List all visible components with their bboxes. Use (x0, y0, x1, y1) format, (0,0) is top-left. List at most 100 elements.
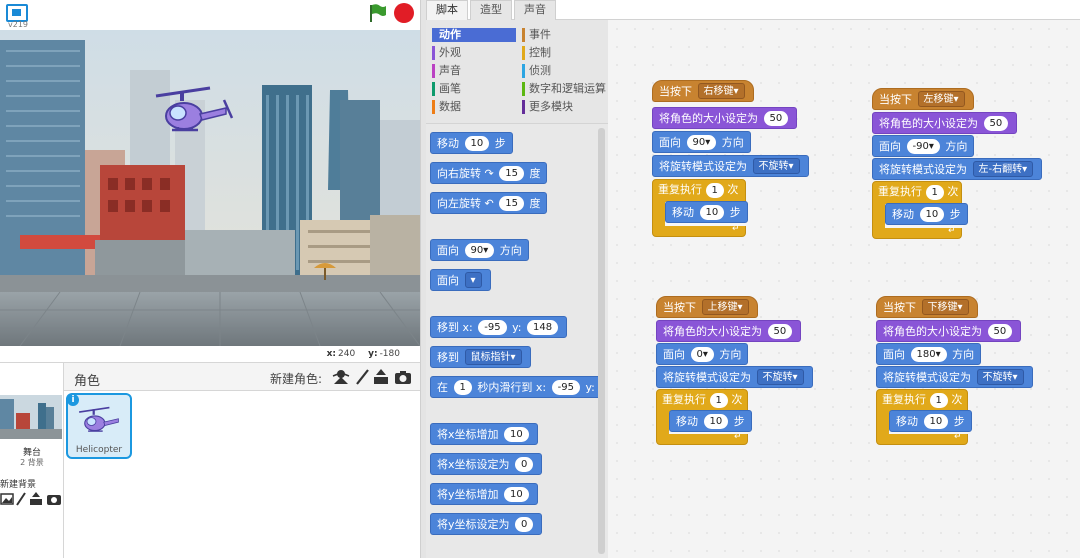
key-dropdown[interactable]: 左移键▾ (917, 91, 965, 107)
category-sound[interactable]: 声音 (432, 64, 516, 78)
block-set-y[interactable]: 将y坐标设定为 0 (430, 513, 543, 535)
x-input[interactable]: -95 (478, 320, 507, 335)
category-more-blocks[interactable]: 更多模块 (522, 100, 606, 114)
block-set-x[interactable]: 将x坐标设定为 0 (430, 453, 543, 475)
block-point-towards[interactable]: 面向 ▾ (430, 269, 491, 291)
stage-canvas[interactable] (0, 30, 420, 346)
set-rotation-style-block[interactable]: 将旋转模式设定为 不旋转▾ (656, 366, 813, 388)
key-dropdown[interactable]: 右移键▾ (697, 83, 745, 99)
y-input[interactable]: 148 (526, 320, 559, 335)
script-left[interactable]: 当按下 左移键▾ 将角色的大小设定为 50 面向 -90▾ 方向 将旋转模式设定… (872, 88, 1072, 248)
rotation-dropdown[interactable]: 不旋转▾ (756, 369, 804, 385)
x-input[interactable]: -95 (551, 380, 580, 395)
category-control[interactable]: 控制 (522, 46, 606, 60)
block-change-x[interactable]: 将x坐标增加 10 (430, 423, 538, 445)
set-rotation-style-block[interactable]: 将旋转模式设定为 左-右翻转▾ (872, 158, 1043, 180)
category-operators[interactable]: 数字和逻辑运算 (522, 82, 606, 96)
block-glide[interactable]: 在 1 秒内滑行到 x: -95 y: (430, 376, 602, 398)
direction-input[interactable]: 180▾ (910, 347, 947, 362)
helicopter-sprite[interactable] (154, 82, 236, 142)
category-motion[interactable]: 动作 (432, 28, 516, 42)
steps-input[interactable]: 10 (923, 414, 949, 429)
script-right[interactable]: 当按下 右移键▾ 将角色的大小设定为 50 面向 90▾ 方向 将旋转模式设定为… (652, 80, 809, 240)
size-input[interactable]: 50 (987, 324, 1013, 339)
point-direction-block[interactable]: 面向 0▾ 方向 (656, 343, 749, 365)
size-input[interactable]: 50 (767, 324, 793, 339)
script-up[interactable]: 当按下 上移键▾ 将角色的大小设定为 50 面向 0▾ 方向 将旋转模式设定为 … (656, 296, 816, 456)
direction-input[interactable]: -90▾ (906, 139, 940, 154)
set-rotation-style-block[interactable]: 将旋转模式设定为 不旋转▾ (876, 366, 1033, 388)
category-pen[interactable]: 画笔 (432, 82, 516, 96)
rotation-dropdown[interactable]: 不旋转▾ (752, 158, 800, 174)
block-point-in-direction[interactable]: 面向 90▾ 方向 (430, 239, 529, 261)
set-size-block[interactable]: 将角色的大小设定为 50 (652, 107, 798, 129)
block-goto[interactable]: 移到 鼠标指针▾ (430, 346, 531, 368)
set-rotation-style-block[interactable]: 将旋转模式设定为 不旋转▾ (652, 155, 809, 177)
when-key-pressed-hat[interactable]: 当按下 右移键▾ (652, 80, 754, 102)
set-size-block[interactable]: 将角色的大小设定为 50 (872, 112, 1018, 134)
choose-backdrop-library-icon[interactable] (0, 493, 14, 505)
direction-input[interactable]: 90▾ (686, 135, 717, 150)
size-input[interactable]: 50 (983, 116, 1009, 131)
dy-input[interactable]: 10 (504, 487, 529, 502)
script-down[interactable]: 当按下 下移键▾ 将角色的大小设定为 50 面向 180▾ 方向 将旋转模式设定… (876, 296, 1046, 456)
move-steps-block[interactable]: 移动 10 步 (885, 203, 968, 225)
set-size-block[interactable]: 将角色的大小设定为 50 (656, 320, 802, 342)
category-events[interactable]: 事件 (522, 28, 606, 42)
key-dropdown[interactable]: 下移键▾ (921, 299, 969, 315)
steps-input[interactable]: 10 (703, 414, 729, 429)
stage-thumbnail[interactable] (0, 395, 62, 439)
camera-backdrop-icon[interactable] (47, 495, 61, 505)
goto-dropdown[interactable]: 鼠标指针▾ (464, 349, 522, 365)
stage-selector[interactable]: 舞台 2 背景 新建背景 (0, 363, 64, 558)
repeat-count-input[interactable]: 1 (705, 183, 724, 198)
block-turn-left[interactable]: 向左旋转 ↶ 15 度 (430, 192, 548, 214)
move-steps-block[interactable]: 移动 10 步 (665, 201, 748, 223)
set-size-block[interactable]: 将角色的大小设定为 50 (876, 320, 1022, 342)
repeat-count-input[interactable]: 1 (929, 393, 948, 408)
sprite-card-helicopter[interactable]: i Helicopter (66, 393, 132, 459)
repeat-count-input[interactable]: 1 (925, 185, 944, 200)
rotation-dropdown[interactable]: 不旋转▾ (976, 369, 1024, 385)
upload-sprite-icon[interactable] (372, 369, 390, 385)
point-direction-block[interactable]: 面向 -90▾ 方向 (872, 135, 975, 157)
green-flag-icon[interactable] (366, 2, 388, 24)
block-turn-right[interactable]: 向右旋转 ↷ 15 度 (430, 162, 548, 184)
repeat-count-input[interactable]: 1 (709, 393, 728, 408)
steps-input[interactable]: 10 (919, 207, 945, 222)
dx-input[interactable]: 10 (504, 427, 529, 442)
tab-scripts[interactable]: 脚本 (426, 0, 468, 20)
tab-sounds[interactable]: 声音 (514, 0, 556, 20)
paint-backdrop-icon[interactable] (16, 492, 26, 506)
seconds-input[interactable]: 1 (453, 380, 472, 395)
x-input[interactable]: 0 (515, 457, 534, 472)
block-move-steps[interactable]: 移动 10 步 (430, 132, 513, 154)
category-looks[interactable]: 外观 (432, 46, 516, 60)
when-key-pressed-hat[interactable]: 当按下 左移键▾ (872, 88, 974, 110)
tab-costumes[interactable]: 造型 (470, 0, 512, 20)
move-steps-block[interactable]: 移动 10 步 (889, 410, 972, 432)
when-key-pressed-hat[interactable]: 当按下 下移键▾ (876, 296, 978, 318)
palette-scrollbar[interactable] (598, 128, 605, 554)
towards-dropdown[interactable]: ▾ (464, 272, 482, 288)
stop-icon[interactable] (394, 3, 414, 23)
move-steps-block[interactable]: 移动 10 步 (669, 410, 752, 432)
degrees-input[interactable]: 15 (499, 166, 524, 181)
choose-sprite-library-icon[interactable] (332, 369, 350, 385)
direction-input[interactable]: 0▾ (690, 347, 714, 362)
category-sensing[interactable]: 侦测 (522, 64, 606, 78)
point-direction-block[interactable]: 面向 90▾ 方向 (652, 131, 751, 153)
paint-sprite-icon[interactable] (354, 369, 372, 385)
point-direction-block[interactable]: 面向 180▾ 方向 (876, 343, 982, 365)
block-change-y[interactable]: 将y坐标增加 10 (430, 483, 538, 505)
steps-input[interactable]: 10 (699, 205, 725, 220)
degrees-input[interactable]: 15 (499, 196, 524, 211)
camera-sprite-icon[interactable] (394, 369, 412, 385)
rotation-dropdown[interactable]: 左-右翻转▾ (972, 161, 1034, 177)
steps-input[interactable]: 10 (464, 136, 490, 151)
category-data[interactable]: 数据 (432, 100, 516, 114)
upload-backdrop-icon[interactable] (30, 492, 42, 505)
size-input[interactable]: 50 (763, 111, 789, 126)
direction-input[interactable]: 90▾ (464, 243, 495, 258)
key-dropdown[interactable]: 上移键▾ (701, 299, 749, 315)
